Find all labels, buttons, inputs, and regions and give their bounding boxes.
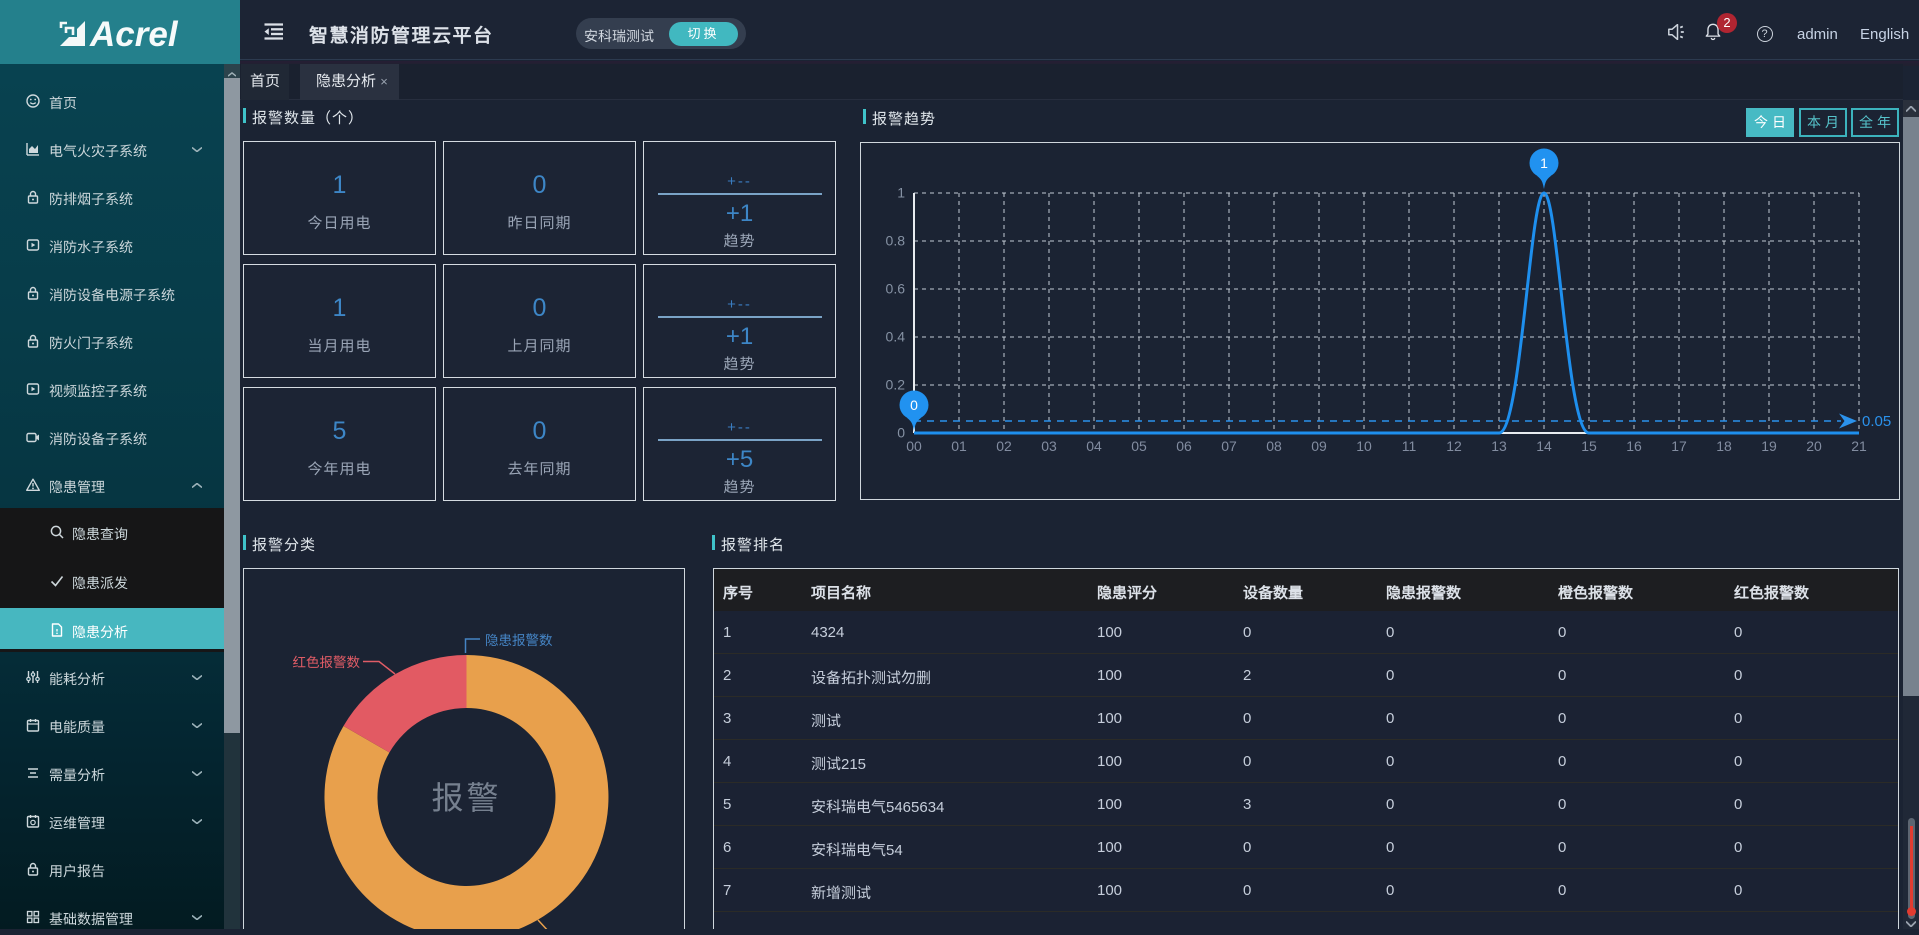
svg-text:11: 11 — [1402, 438, 1417, 454]
svg-text:20: 20 — [1806, 438, 1822, 454]
svg-text:09: 09 — [1311, 438, 1327, 454]
svg-text:0.4: 0.4 — [886, 329, 906, 345]
svg-text:05: 05 — [1131, 438, 1147, 454]
svg-text:16: 16 — [1626, 438, 1642, 454]
svg-text:0: 0 — [910, 397, 918, 413]
svg-text:13: 13 — [1491, 438, 1507, 454]
svg-text:03: 03 — [1041, 438, 1057, 454]
svg-text:隐患报警数: 隐患报警数 — [485, 633, 553, 648]
svg-text:19: 19 — [1761, 438, 1777, 454]
svg-text:06: 06 — [1176, 438, 1192, 454]
svg-text:0.2: 0.2 — [886, 377, 906, 393]
svg-text:01: 01 — [951, 438, 967, 454]
svg-text:10: 10 — [1356, 438, 1372, 454]
svg-text:1: 1 — [897, 185, 905, 201]
svg-text:15: 15 — [1581, 438, 1597, 454]
svg-text:00: 00 — [906, 438, 922, 454]
svg-text:0.05: 0.05 — [1862, 413, 1891, 430]
svg-text:04: 04 — [1086, 438, 1102, 454]
svg-text:12: 12 — [1446, 438, 1462, 454]
svg-text:02: 02 — [996, 438, 1012, 454]
svg-text:红色报警数: 红色报警数 — [293, 655, 361, 670]
svg-text:报警: 报警 — [431, 780, 501, 816]
svg-text:17: 17 — [1671, 438, 1687, 454]
svg-text:0: 0 — [897, 425, 905, 441]
svg-text:21: 21 — [1851, 438, 1867, 454]
svg-text:0.6: 0.6 — [886, 281, 906, 297]
svg-text:08: 08 — [1266, 438, 1282, 454]
svg-text:0.8: 0.8 — [886, 233, 906, 249]
svg-text:14: 14 — [1536, 438, 1552, 454]
svg-text:18: 18 — [1716, 438, 1732, 454]
svg-text:1: 1 — [1540, 155, 1548, 171]
svg-text:07: 07 — [1221, 438, 1237, 454]
